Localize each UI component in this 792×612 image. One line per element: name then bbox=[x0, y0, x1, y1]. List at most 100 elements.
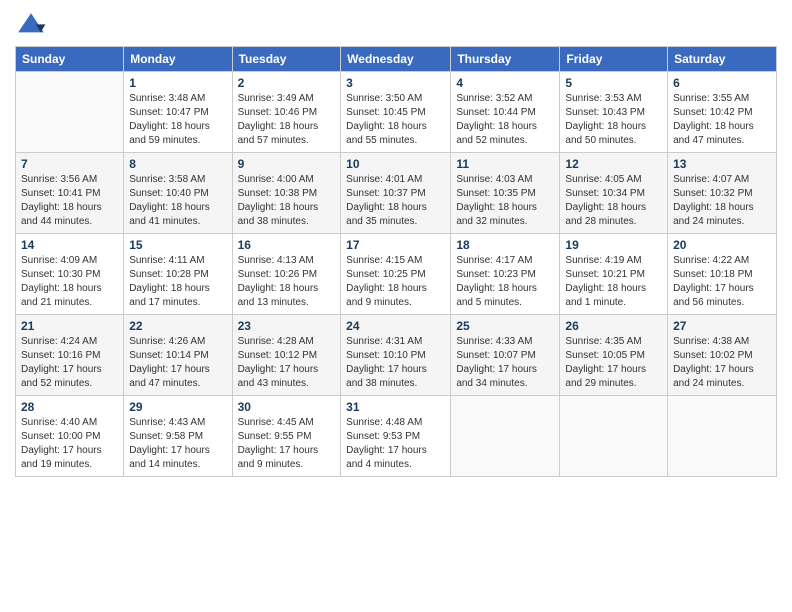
logo bbox=[15, 10, 51, 42]
day-detail: Sunrise: 3:53 AMSunset: 10:43 PMDaylight… bbox=[565, 92, 662, 148]
day-detail: Sunrise: 4:48 AMSunset: 9:53 PMDaylight:… bbox=[346, 416, 445, 472]
day-number: 14 bbox=[21, 238, 118, 252]
day-number: 12 bbox=[565, 157, 662, 171]
day-detail: Sunrise: 3:56 AMSunset: 10:41 PMDaylight… bbox=[21, 173, 118, 229]
day-number: 10 bbox=[346, 157, 445, 171]
day-cell: 9 Sunrise: 4:00 AMSunset: 10:38 PMDayligh… bbox=[232, 153, 341, 234]
day-cell: 11Sunrise: 4:03 AMSunset: 10:35 PMDaylig… bbox=[451, 153, 560, 234]
day-detail: Sunrise: 4:13 AMSunset: 10:26 PMDaylight… bbox=[238, 254, 336, 310]
week-row-1: 1 Sunrise: 3:48 AMSunset: 10:47 PMDayligh… bbox=[16, 72, 777, 153]
day-number: 23 bbox=[238, 319, 336, 333]
day-detail: Sunrise: 3:55 AMSunset: 10:42 PMDaylight… bbox=[673, 92, 771, 148]
day-detail: Sunrise: 4:24 AMSunset: 10:16 PMDaylight… bbox=[21, 335, 118, 391]
day-detail: Sunrise: 3:52 AMSunset: 10:44 PMDaylight… bbox=[456, 92, 554, 148]
day-cell: 16 Sunrise: 4:13 AMSunset: 10:26 PMDaylig… bbox=[232, 234, 341, 315]
logo-icon bbox=[15, 10, 47, 42]
day-number: 25 bbox=[456, 319, 554, 333]
day-detail: Sunrise: 4:11 AMSunset: 10:28 PMDaylight… bbox=[129, 254, 226, 310]
day-header-saturday: Saturday bbox=[668, 47, 777, 72]
day-cell bbox=[16, 72, 124, 153]
day-cell: 10 Sunrise: 4:01 AMSunset: 10:37 PMDaylig… bbox=[341, 153, 451, 234]
day-cell: 19 Sunrise: 4:19 AMSunset: 10:21 PMDaylig… bbox=[560, 234, 668, 315]
header-row: SundayMondayTuesdayWednesdayThursdayFrid… bbox=[16, 47, 777, 72]
day-cell: 15 Sunrise: 4:11 AMSunset: 10:28 PMDaylig… bbox=[124, 234, 232, 315]
day-header-monday: Monday bbox=[124, 47, 232, 72]
day-number: 24 bbox=[346, 319, 445, 333]
day-cell bbox=[560, 396, 668, 477]
day-cell: 6 Sunrise: 3:55 AMSunset: 10:42 PMDayligh… bbox=[668, 72, 777, 153]
day-cell: 4Sunrise: 3:52 AMSunset: 10:44 PMDayligh… bbox=[451, 72, 560, 153]
day-cell: 28Sunrise: 4:40 AMSunset: 10:00 PMDaylig… bbox=[16, 396, 124, 477]
day-cell: 13 Sunrise: 4:07 AMSunset: 10:32 PMDaylig… bbox=[668, 153, 777, 234]
day-header-wednesday: Wednesday bbox=[341, 47, 451, 72]
day-detail: Sunrise: 4:35 AMSunset: 10:05 PMDaylight… bbox=[565, 335, 662, 391]
day-detail: Sunrise: 4:43 AMSunset: 9:58 PMDaylight:… bbox=[129, 416, 226, 472]
day-number: 27 bbox=[673, 319, 771, 333]
day-detail: Sunrise: 4:15 AMSunset: 10:25 PMDaylight… bbox=[346, 254, 445, 310]
day-cell: 2 Sunrise: 3:49 AMSunset: 10:46 PMDayligh… bbox=[232, 72, 341, 153]
day-number: 2 bbox=[238, 76, 336, 90]
day-detail: Sunrise: 4:26 AMSunset: 10:14 PMDaylight… bbox=[129, 335, 226, 391]
day-detail: Sunrise: 3:49 AMSunset: 10:46 PMDaylight… bbox=[238, 92, 336, 148]
day-detail: Sunrise: 4:01 AMSunset: 10:37 PMDaylight… bbox=[346, 173, 445, 229]
day-detail: Sunrise: 4:09 AMSunset: 10:30 PMDaylight… bbox=[21, 254, 118, 310]
day-cell: 17 Sunrise: 4:15 AMSunset: 10:25 PMDaylig… bbox=[341, 234, 451, 315]
day-number: 26 bbox=[565, 319, 662, 333]
day-number: 31 bbox=[346, 400, 445, 414]
day-detail: Sunrise: 4:45 AMSunset: 9:55 PMDaylight:… bbox=[238, 416, 336, 472]
day-cell: 25Sunrise: 4:33 AMSunset: 10:07 PMDaylig… bbox=[451, 315, 560, 396]
day-number: 22 bbox=[129, 319, 226, 333]
day-header-tuesday: Tuesday bbox=[232, 47, 341, 72]
day-number: 21 bbox=[21, 319, 118, 333]
day-cell: 12 Sunrise: 4:05 AMSunset: 10:34 PMDaylig… bbox=[560, 153, 668, 234]
week-row-3: 14 Sunrise: 4:09 AMSunset: 10:30 PMDaylig… bbox=[16, 234, 777, 315]
day-number: 17 bbox=[346, 238, 445, 252]
day-number: 9 bbox=[238, 157, 336, 171]
day-cell: 24 Sunrise: 4:31 AMSunset: 10:10 PMDaylig… bbox=[341, 315, 451, 396]
day-number: 28 bbox=[21, 400, 118, 414]
day-number: 29 bbox=[129, 400, 226, 414]
day-detail: Sunrise: 4:19 AMSunset: 10:21 PMDaylight… bbox=[565, 254, 662, 310]
day-detail: Sunrise: 4:07 AMSunset: 10:32 PMDaylight… bbox=[673, 173, 771, 229]
page-header bbox=[15, 10, 777, 42]
day-detail: Sunrise: 4:00 AMSunset: 10:38 PMDaylight… bbox=[238, 173, 336, 229]
day-cell: 7 Sunrise: 3:56 AMSunset: 10:41 PMDayligh… bbox=[16, 153, 124, 234]
day-cell: 20 Sunrise: 4:22 AMSunset: 10:18 PMDaylig… bbox=[668, 234, 777, 315]
day-cell: 23 Sunrise: 4:28 AMSunset: 10:12 PMDaylig… bbox=[232, 315, 341, 396]
day-number: 7 bbox=[21, 157, 118, 171]
day-cell: 30 Sunrise: 4:45 AMSunset: 9:55 PMDayligh… bbox=[232, 396, 341, 477]
day-number: 20 bbox=[673, 238, 771, 252]
day-number: 3 bbox=[346, 76, 445, 90]
day-cell: 5 Sunrise: 3:53 AMSunset: 10:43 PMDayligh… bbox=[560, 72, 668, 153]
day-number: 15 bbox=[129, 238, 226, 252]
day-number: 6 bbox=[673, 76, 771, 90]
day-number: 19 bbox=[565, 238, 662, 252]
day-detail: Sunrise: 3:50 AMSunset: 10:45 PMDaylight… bbox=[346, 92, 445, 148]
week-row-5: 28Sunrise: 4:40 AMSunset: 10:00 PMDaylig… bbox=[16, 396, 777, 477]
day-number: 1 bbox=[129, 76, 226, 90]
day-cell: 26 Sunrise: 4:35 AMSunset: 10:05 PMDaylig… bbox=[560, 315, 668, 396]
day-cell: 3 Sunrise: 3:50 AMSunset: 10:45 PMDayligh… bbox=[341, 72, 451, 153]
day-detail: Sunrise: 4:17 AMSunset: 10:23 PMDaylight… bbox=[456, 254, 554, 310]
day-detail: Sunrise: 4:05 AMSunset: 10:34 PMDaylight… bbox=[565, 173, 662, 229]
day-detail: Sunrise: 4:22 AMSunset: 10:18 PMDaylight… bbox=[673, 254, 771, 310]
day-number: 5 bbox=[565, 76, 662, 90]
day-cell: 31 Sunrise: 4:48 AMSunset: 9:53 PMDayligh… bbox=[341, 396, 451, 477]
day-number: 18 bbox=[456, 238, 554, 252]
day-detail: Sunrise: 4:38 AMSunset: 10:02 PMDaylight… bbox=[673, 335, 771, 391]
day-detail: Sunrise: 3:58 AMSunset: 10:40 PMDaylight… bbox=[129, 173, 226, 229]
week-row-2: 7 Sunrise: 3:56 AMSunset: 10:41 PMDayligh… bbox=[16, 153, 777, 234]
day-cell: 8 Sunrise: 3:58 AMSunset: 10:40 PMDayligh… bbox=[124, 153, 232, 234]
day-detail: Sunrise: 3:48 AMSunset: 10:47 PMDaylight… bbox=[129, 92, 226, 148]
day-number: 13 bbox=[673, 157, 771, 171]
day-number: 30 bbox=[238, 400, 336, 414]
day-number: 8 bbox=[129, 157, 226, 171]
day-cell bbox=[451, 396, 560, 477]
week-row-4: 21 Sunrise: 4:24 AMSunset: 10:16 PMDaylig… bbox=[16, 315, 777, 396]
day-detail: Sunrise: 4:31 AMSunset: 10:10 PMDaylight… bbox=[346, 335, 445, 391]
day-cell bbox=[668, 396, 777, 477]
day-detail: Sunrise: 4:28 AMSunset: 10:12 PMDaylight… bbox=[238, 335, 336, 391]
day-header-friday: Friday bbox=[560, 47, 668, 72]
day-number: 16 bbox=[238, 238, 336, 252]
calendar-table: SundayMondayTuesdayWednesdayThursdayFrid… bbox=[15, 46, 777, 477]
